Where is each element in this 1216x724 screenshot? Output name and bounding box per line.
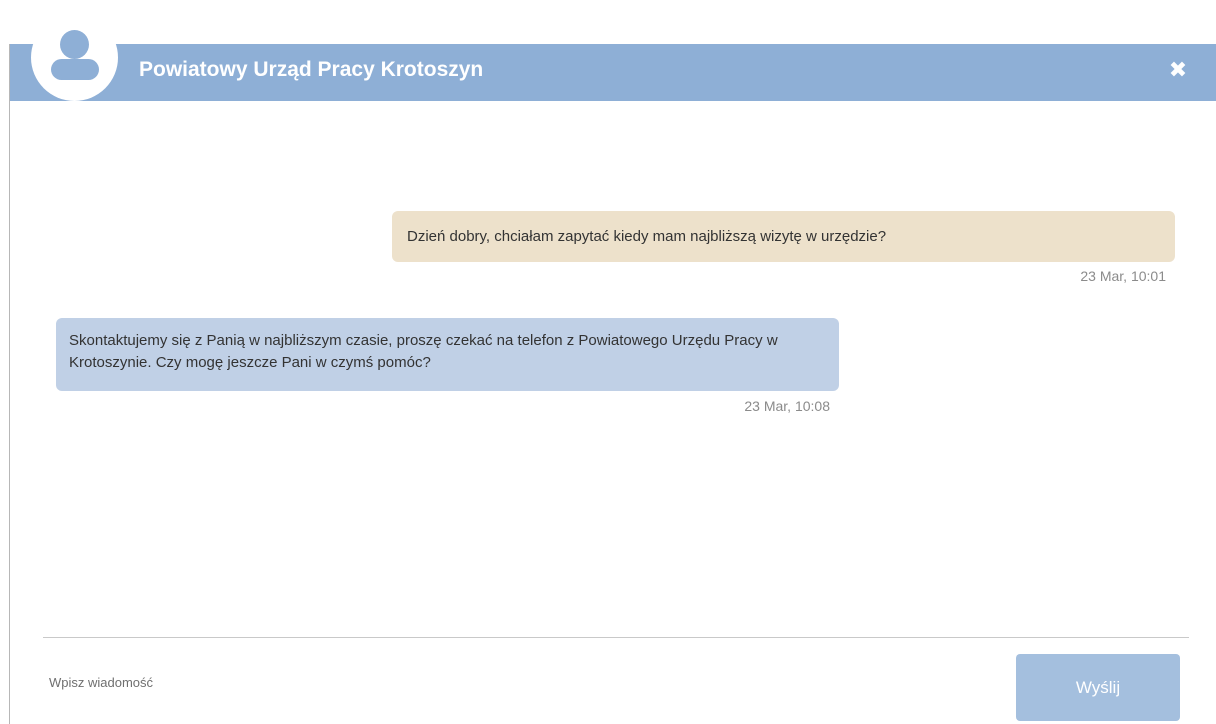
avatar-body-shape (51, 59, 99, 80)
send-button[interactable]: Wyślij (1016, 654, 1180, 721)
user-avatar-icon (31, 14, 118, 101)
chat-title: Powiatowy Urząd Pracy Krotoszyn (139, 58, 484, 81)
incoming-message-bubble: Skontaktujemy się z Panią w najbliższym … (56, 318, 839, 391)
outgoing-message-bubble: Dzień dobry, chciałam zapytać kiedy mam … (392, 211, 1175, 262)
close-icon[interactable]: ✖ (1162, 54, 1194, 86)
message-timestamp: 23 Mar, 10:01 (1080, 268, 1166, 284)
composer-divider (43, 637, 1189, 638)
window-left-border (9, 44, 10, 724)
chat-window: Powiatowy Urząd Pracy Krotoszyn ✖ Dzień … (0, 0, 1216, 724)
message-timestamp: 23 Mar, 10:08 (744, 398, 830, 414)
avatar-head-shape (60, 30, 89, 59)
message-text: Skontaktujemy się z Panią w najbliższym … (69, 332, 778, 371)
message-text: Dzień dobry, chciałam zapytać kiedy mam … (407, 228, 887, 245)
message-input[interactable] (43, 648, 993, 708)
